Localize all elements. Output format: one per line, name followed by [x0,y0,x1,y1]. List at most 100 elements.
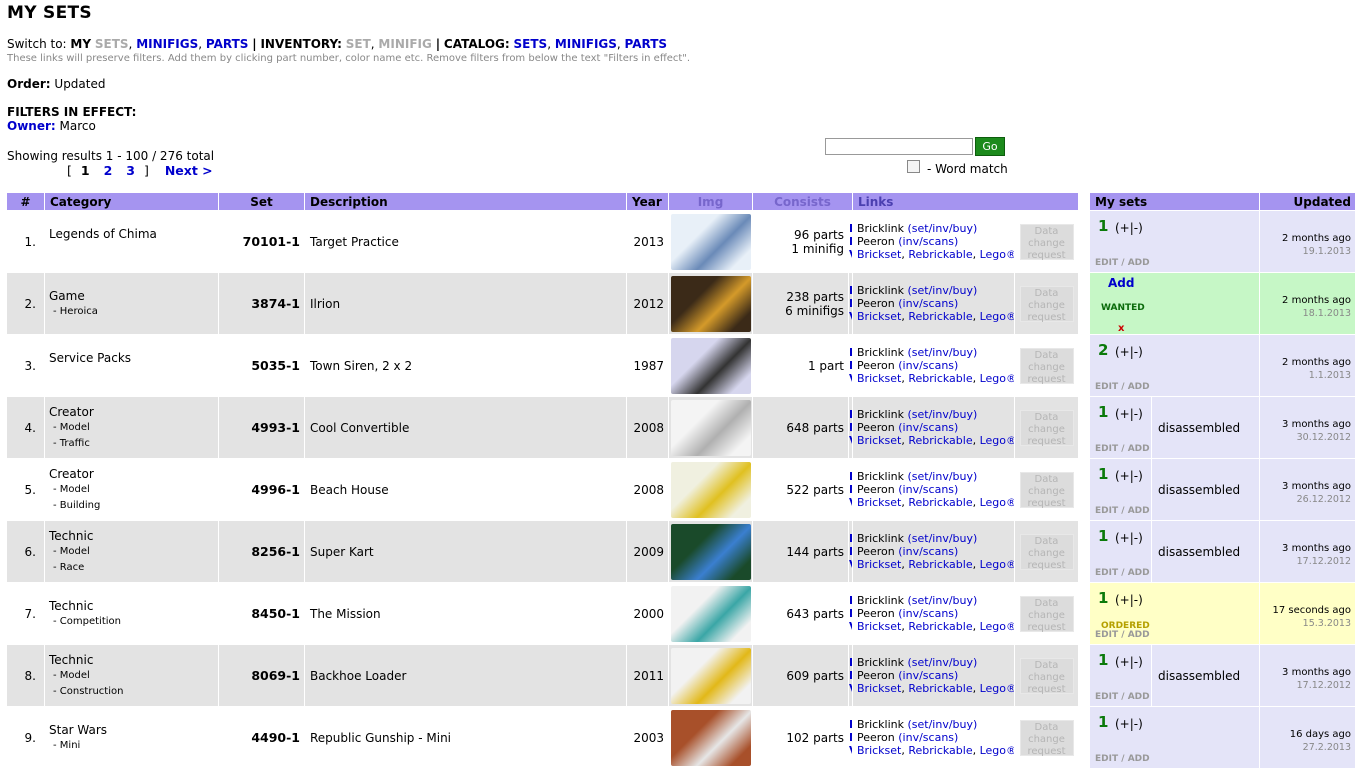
quantity-plus-minus[interactable]: (+|-) [1115,717,1143,731]
data-change-request-button[interactable]: Data change request [1019,719,1074,757]
beach-house-thumbnail[interactable] [670,461,751,518]
set-description[interactable]: Beach House [304,458,627,521]
rebrickable-link[interactable]: Rebrickable [908,434,972,447]
quantity-plus-minus[interactable]: (+|-) [1115,221,1143,235]
category-link[interactable]: Technic [49,653,93,667]
rebrickable-link[interactable]: Rebrickable [908,248,972,261]
subcategory-1[interactable]: - Heroica [49,306,98,317]
pager-page-3[interactable]: 3 [126,163,135,178]
add-link[interactable]: ADD [1128,754,1150,764]
set-number[interactable]: 8069-1 [218,644,305,707]
add-link[interactable]: ADD [1128,382,1150,392]
subcategory-2[interactable]: - Building [49,500,100,511]
data-change-request-button[interactable]: Data change request [1019,471,1074,509]
data-change-request-button[interactable]: Data change request [1019,533,1074,571]
owner-filter-remove-link[interactable]: Owner: [7,119,56,133]
set-description[interactable]: Super Kart [304,520,627,583]
catalog-parts-link[interactable]: PARTS [625,37,668,51]
rebrickable-link[interactable]: Rebrickable [908,496,972,509]
set-description[interactable]: Backhoe Loader [304,644,627,707]
image-cell[interactable] [668,272,753,335]
subcategory-2[interactable]: - Race [49,562,84,573]
edit-link[interactable]: EDIT [1095,692,1118,702]
bricklink-link[interactable]: (set/inv/buy) [908,284,978,297]
subcategory-1[interactable] [49,368,53,379]
bricklink-link[interactable]: (set/inv/buy) [908,470,978,483]
subcategory-1[interactable]: - Competition [49,616,121,627]
bricklink-link[interactable]: (set/inv/buy) [908,346,978,359]
image-cell[interactable] [668,644,753,707]
data-change-request-button[interactable]: Data change request [1019,409,1074,447]
subcategory-2[interactable]: - Construction [49,686,123,697]
bricklink-link[interactable]: (set/inv/buy) [908,222,978,235]
lego-link[interactable]: Lego® [980,310,1014,323]
set-description[interactable]: Republic Gunship - Mini [304,706,627,769]
add-link[interactable]: ADD [1128,630,1150,640]
bricklink-link[interactable]: (set/inv/buy) [908,594,978,607]
category-link[interactable]: Creator [49,467,94,481]
bricklink-link[interactable]: (set/inv/buy) [908,532,978,545]
edit-link[interactable]: EDIT [1095,568,1118,578]
quantity-plus-minus[interactable]: (+|-) [1115,345,1143,359]
image-cell[interactable] [668,334,753,397]
mission-vehicle-thumbnail[interactable] [670,585,751,642]
data-change-request-button[interactable]: Data change request [1019,595,1074,633]
add-link[interactable]: ADD [1128,568,1150,578]
set-description[interactable]: Ilrion [304,272,627,335]
subcategory-1[interactable] [49,244,53,255]
data-change-request-button[interactable]: Data change request [1019,285,1074,323]
my-parts-link[interactable]: PARTS [206,37,249,51]
subcategory-1[interactable]: - Model [49,670,90,681]
add-button[interactable]: Add [1108,276,1134,290]
peeron-link[interactable]: (inv/scans) [898,669,958,682]
set-number[interactable]: 3874-1 [218,272,305,335]
col-header-category[interactable]: Category [44,192,219,211]
quantity-plus-minus[interactable]: (+|-) [1115,593,1143,607]
edit-link[interactable]: EDIT [1095,754,1118,764]
convertible-car-thumbnail[interactable] [670,399,751,456]
category-link[interactable]: Service Packs [49,351,131,365]
col-header-set[interactable]: Set [218,192,305,211]
brickset-link[interactable]: Brickset [857,248,901,261]
data-change-request-button[interactable]: Data change request [1019,347,1074,385]
peeron-link[interactable]: (inv/scans) [898,359,958,372]
brickset-link[interactable]: Brickset [857,558,901,571]
siren-brick-thumbnail[interactable] [670,337,751,394]
quantity-plus-minus[interactable]: (+|-) [1115,531,1143,545]
image-cell[interactable] [668,458,753,521]
category-link[interactable]: Technic [49,529,93,543]
category-link[interactable]: Legends of Chima [49,227,157,241]
lego-link[interactable]: Lego® [980,620,1014,633]
set-number[interactable]: 8256-1 [218,520,305,583]
subcategory-2[interactable]: - Traffic [49,438,90,449]
quantity-plus-minus[interactable]: (+|-) [1115,407,1143,421]
lego-link[interactable]: Lego® [980,372,1014,385]
peeron-link[interactable]: (inv/scans) [898,545,958,558]
rebrickable-link[interactable]: Rebrickable [908,372,972,385]
image-cell[interactable] [668,396,753,459]
rebrickable-link[interactable]: Rebrickable [908,310,972,323]
category-link[interactable]: Technic [49,599,93,613]
super-kart-box-thumbnail[interactable] [670,523,751,580]
subcategory-1[interactable]: - Model [49,546,90,557]
brickset-link[interactable]: Brickset [857,496,901,509]
lego-link[interactable]: Lego® [980,744,1014,757]
add-link[interactable]: ADD [1128,444,1150,454]
gunship-thumbnail[interactable] [670,709,751,766]
pager-next-link[interactable]: Next > [165,163,213,178]
heroica-box-thumbnail[interactable] [670,275,751,332]
image-cell[interactable] [668,520,753,583]
add-link[interactable]: ADD [1128,258,1150,268]
peeron-link[interactable]: (inv/scans) [898,731,958,744]
quantity-plus-minus[interactable]: (+|-) [1115,469,1143,483]
rebrickable-link[interactable]: Rebrickable [908,620,972,633]
edit-link[interactable]: EDIT [1095,630,1118,640]
set-number[interactable]: 4996-1 [218,458,305,521]
peeron-link[interactable]: (inv/scans) [898,297,958,310]
subcategory-1[interactable]: - Mini [49,740,80,751]
set-description[interactable]: Target Practice [304,210,627,273]
set-number[interactable]: 8450-1 [218,582,305,645]
lego-link[interactable]: Lego® [980,496,1014,509]
brickset-link[interactable]: Brickset [857,682,901,695]
brickset-link[interactable]: Brickset [857,620,901,633]
